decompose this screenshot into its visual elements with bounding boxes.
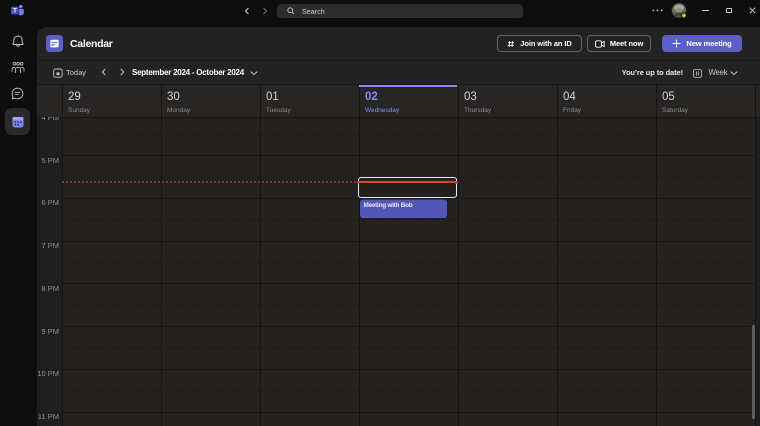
svg-text:T: T: [13, 9, 17, 15]
